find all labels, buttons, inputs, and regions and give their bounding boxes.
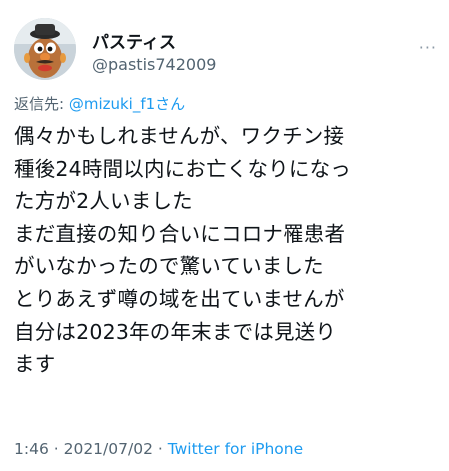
tweet-text-line: 種後24時間以内にお亡くなりになっ [14, 156, 351, 181]
meta-separator: · [48, 440, 64, 458]
tweet-card: パスティス @pastis742009 ··· 返信先: @mizuki_f1さ… [0, 0, 449, 471]
tweet-header: パスティス @pastis742009 ··· [14, 18, 439, 84]
user-handle[interactable]: @pastis742009 [92, 54, 216, 76]
tweet-text-line: ます [14, 352, 56, 377]
potato-head-avatar-icon [14, 18, 76, 80]
tweet-date[interactable]: 2021/07/02 [64, 440, 153, 458]
tweet-time[interactable]: 1:46 [14, 440, 49, 458]
tweet-meta: 1:46 · 2021/07/02 · Twitter for iPhone [14, 440, 303, 458]
display-name[interactable]: パスティス [92, 32, 216, 54]
user-names: パスティス @pastis742009 [92, 32, 216, 76]
tweet-text-line: まだ直接の知り合いにコロナ罹患者 [14, 221, 346, 246]
avatar[interactable] [14, 18, 76, 80]
tweet-text: 偶々かもしれませんが、ワクチン接 種後24時間以内にお亡くなりになっ た方が2人… [14, 120, 444, 381]
tweet-text-line: た方が2人いました [14, 189, 193, 214]
tweet-text-line: 偶々かもしれませんが、ワクチン接 [14, 124, 345, 148]
reply-prefix: 返信先: [14, 95, 69, 113]
meta-separator: · [152, 440, 168, 458]
tweet-text-line: 自分は2023年の年末までは見送り [14, 319, 337, 344]
tweet-text-line: がいなかったので驚いていました [14, 254, 324, 279]
reply-mention-link[interactable]: @mizuki_f1さん [69, 95, 185, 113]
reply-to-line: 返信先: @mizuki_f1さん [14, 93, 185, 114]
more-dots-icon[interactable]: ··· [419, 38, 437, 57]
tweet-text-line: とりあえず噂の域を出ていませんが [14, 286, 345, 311]
tweet-source-link[interactable]: Twitter for iPhone [168, 440, 303, 458]
